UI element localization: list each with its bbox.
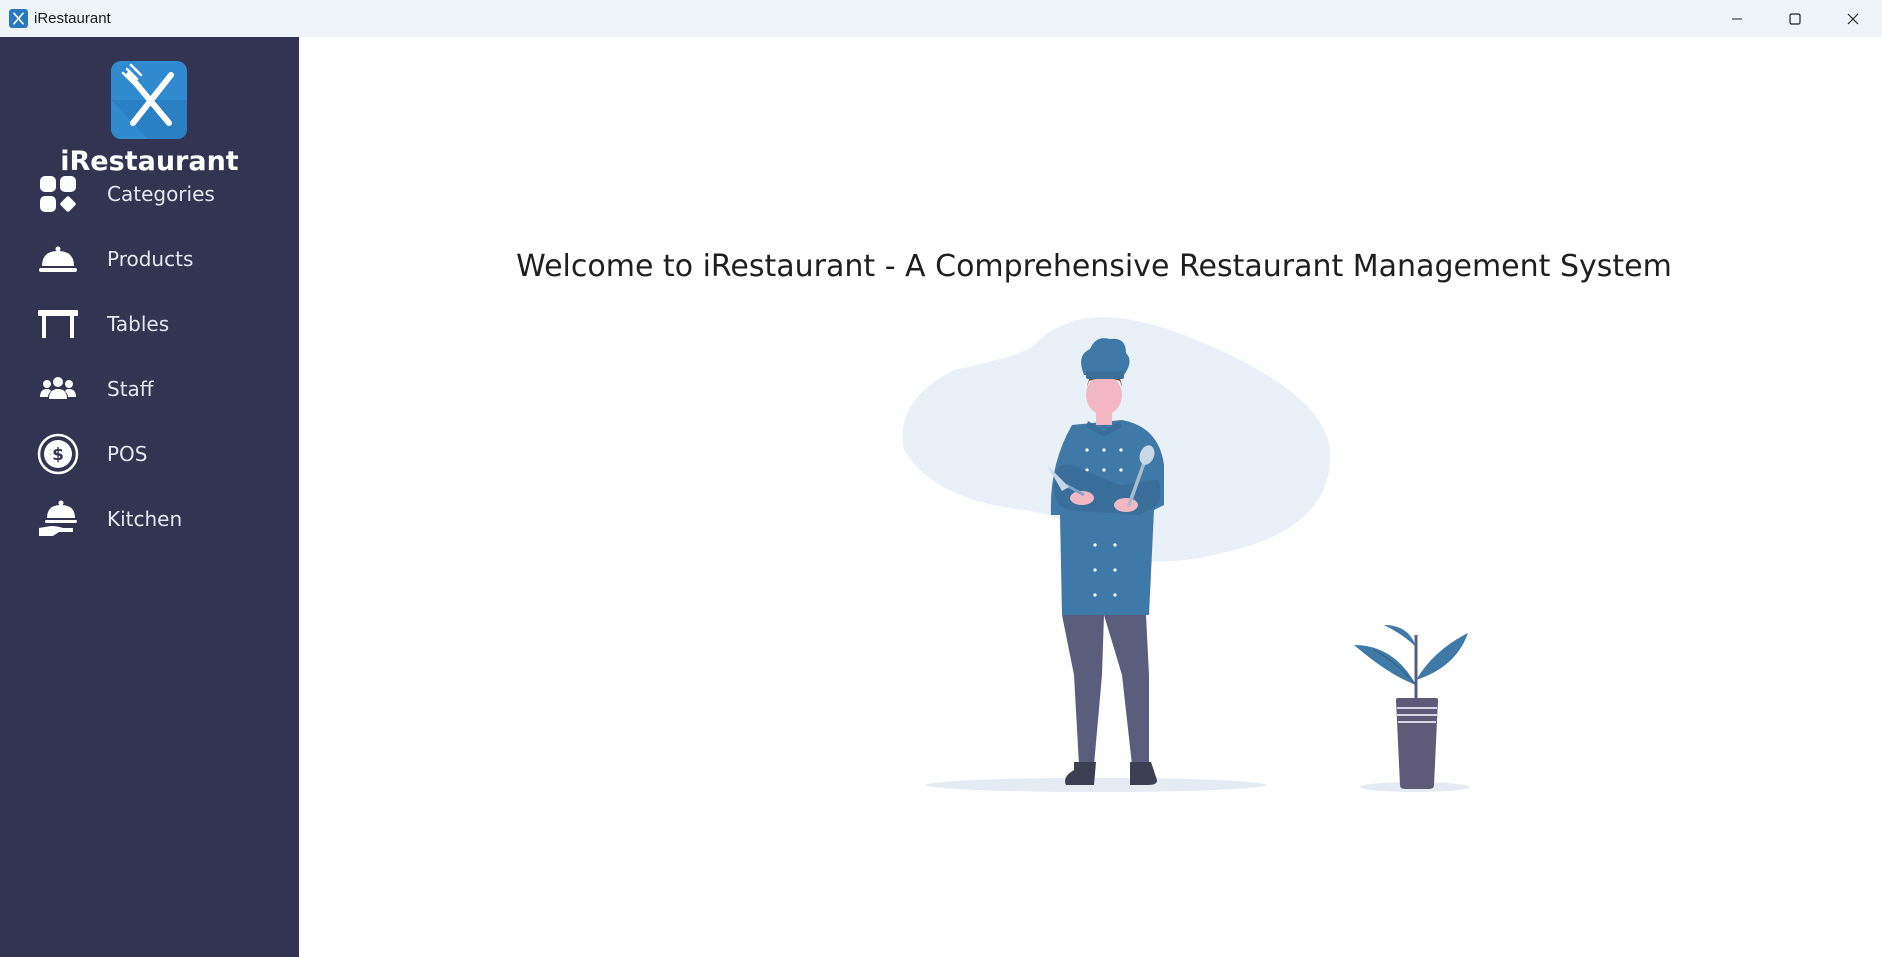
sidebar: iRestaurant Categories Products Tables S…: [0, 37, 299, 957]
staff-icon: [36, 367, 80, 411]
maximize-icon: [1789, 12, 1801, 25]
sidebar-item-label: Categories: [107, 182, 215, 206]
window-controls: [1708, 0, 1882, 37]
cloche-icon: [36, 237, 80, 281]
app-icon: [9, 9, 28, 28]
sidebar-item-label: POS: [107, 442, 148, 466]
sidebar-item-kitchen[interactable]: Kitchen: [0, 493, 299, 545]
welcome-heading: Welcome to iRestaurant - A Comprehensive…: [516, 249, 1672, 284]
title-bar: iRestaurant: [0, 0, 1882, 37]
sidebar-item-tables[interactable]: Tables: [0, 298, 299, 350]
sidebar-item-label: Kitchen: [107, 507, 183, 531]
table-icon: [36, 302, 80, 346]
svg-text:$: $: [52, 445, 64, 465]
sidebar-item-categories[interactable]: Categories: [0, 168, 299, 220]
close-button[interactable]: [1824, 0, 1882, 37]
maximize-button[interactable]: [1766, 0, 1824, 37]
sidebar-item-pos[interactable]: $ POS: [0, 428, 299, 480]
sidebar-item-label: Tables: [107, 312, 170, 336]
serving-hand-icon: [36, 497, 80, 541]
sidebar-item-products[interactable]: Products: [0, 233, 299, 285]
chef-illustration: [804, 315, 1704, 830]
sidebar-item-label: Products: [107, 247, 194, 271]
minimize-icon: [1732, 18, 1742, 19]
dollar-coin-icon: $: [36, 432, 80, 476]
window-title: iRestaurant: [34, 10, 111, 27]
sidebar-item-label: Staff: [107, 377, 154, 401]
minimize-button[interactable]: [1708, 0, 1766, 37]
sidebar-item-staff[interactable]: Staff: [0, 363, 299, 415]
close-icon: [1847, 13, 1859, 24]
main-content: Welcome to iRestaurant - A Comprehensive…: [299, 37, 1882, 957]
fork-knife-icon: [111, 61, 187, 139]
categories-icon: [36, 172, 80, 216]
